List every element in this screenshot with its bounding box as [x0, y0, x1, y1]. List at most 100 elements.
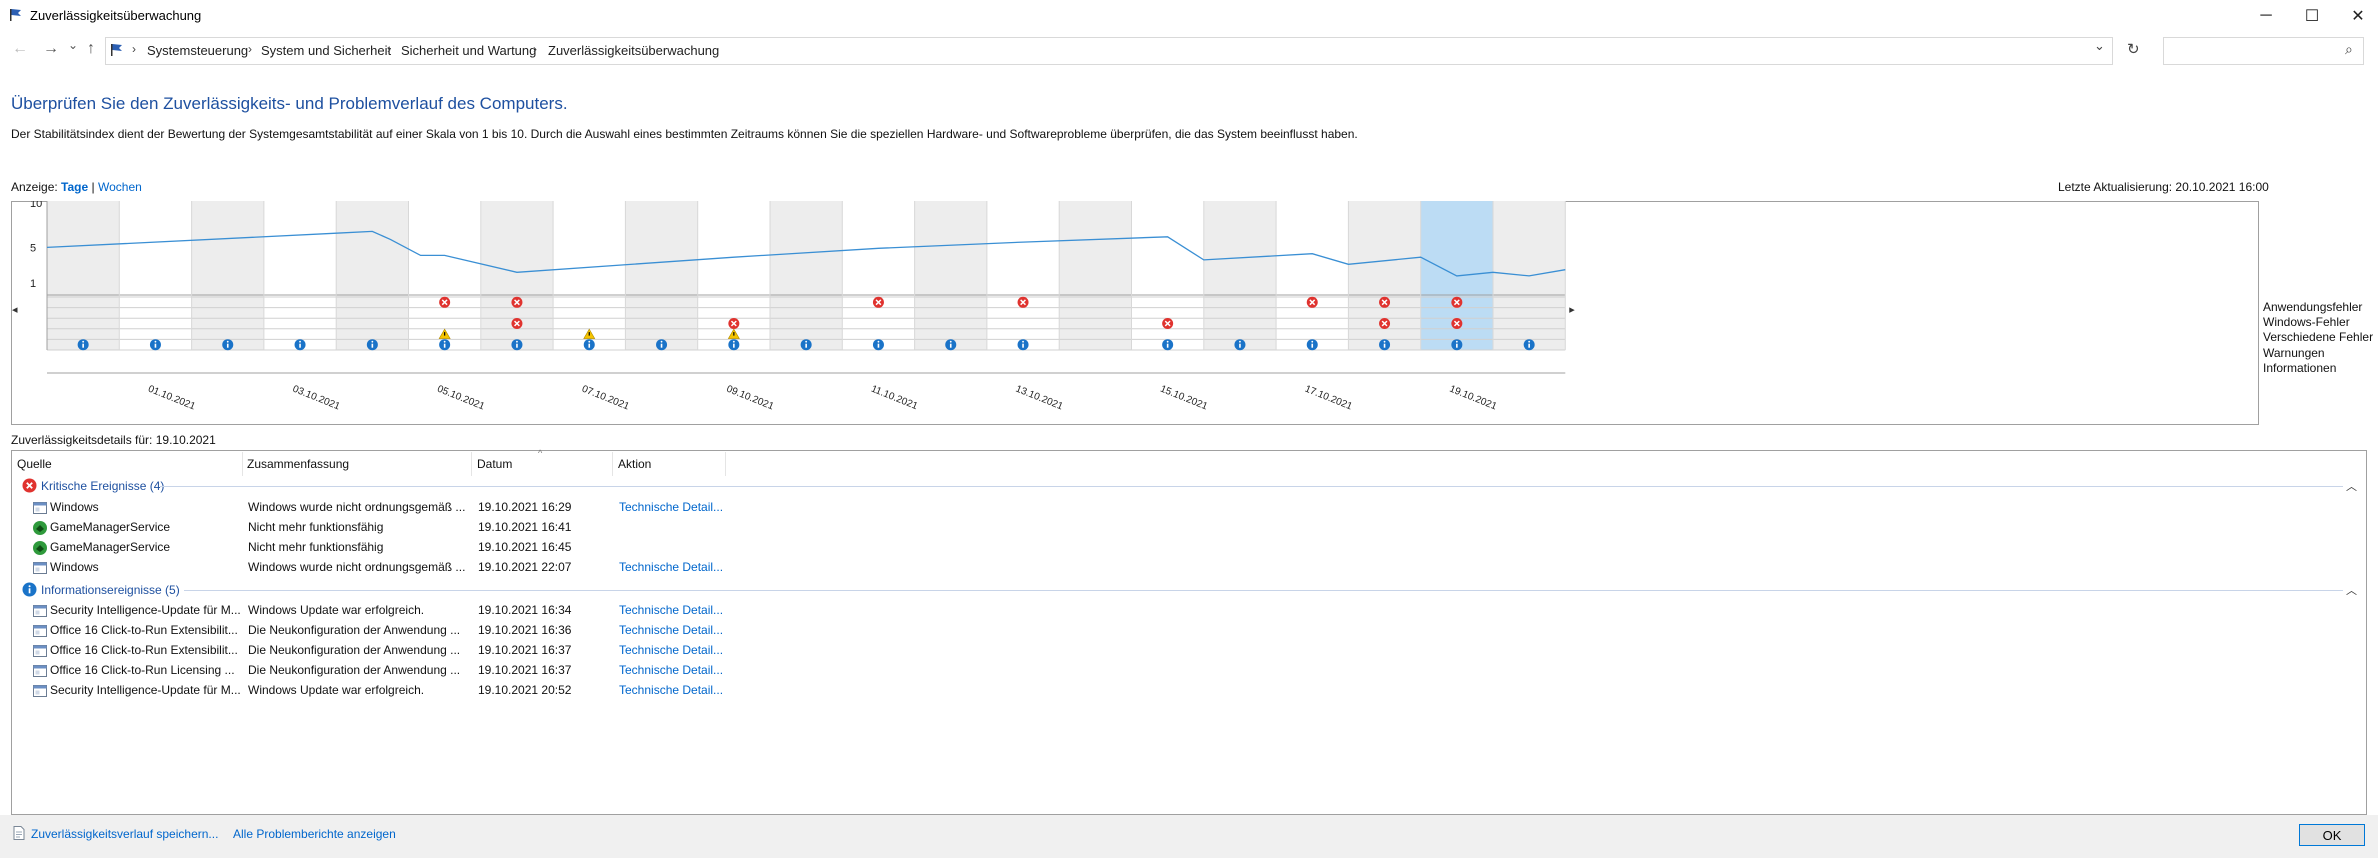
column-header-quelle[interactable]: Quelle [17, 457, 52, 471]
scroll-left-icon[interactable]: ◂ [12, 303, 18, 316]
recent-locations-button[interactable]: ⌄ [68, 38, 78, 52]
reliability-chart[interactable]: 10 5 1 ◂ ▸ 01.10.2021 03.10.2021 05.10.2021 07.1… [11, 201, 2259, 425]
info-event-mark [805, 343, 807, 348]
table-row[interactable]: Office 16 Click-to-Run Extensibilit... D… [12, 640, 2362, 660]
view-weeks-link[interactable]: Wochen [98, 180, 142, 194]
row-source: GameManagerService [50, 520, 171, 534]
view-separator: | [91, 180, 95, 194]
group-title-information: Informationsereignisse (5) [41, 582, 180, 597]
group-title-critical: Kritische Ereignisse (4) [41, 478, 165, 493]
save-history-link[interactable]: Zuverlässigkeitsverlauf speichern... [31, 827, 218, 841]
chart-legend: Anwendungsfehler Windows-Fehler Verschie… [2263, 300, 2373, 376]
day-band [408, 201, 481, 350]
info-event-dot [1022, 340, 1024, 343]
table-row[interactable]: Windows Windows wurde nicht ordnungsgemä… [12, 557, 2362, 577]
breadcrumb-separator[interactable]: › [248, 42, 252, 56]
page-heading: Überprüfen Sie den Zuverlässigkeits- und… [11, 94, 568, 113]
day-band [770, 201, 843, 350]
info-event-mark [516, 343, 518, 348]
up-button[interactable]: ↑ [87, 40, 95, 58]
info-event-mark [443, 343, 446, 348]
info-event-dot [299, 340, 301, 343]
breadcrumb-separator[interactable]: › [533, 42, 537, 56]
row-summary: Die Neukonfiguration der Anwendung ... [248, 663, 461, 677]
table-row[interactable]: GameManagerService Nicht mehr funktionsf… [12, 537, 2362, 557]
table-row[interactable]: Security Intelligence-Update für M... Wi… [12, 680, 2362, 700]
technical-details-link[interactable]: Technische Detail... [619, 683, 723, 697]
table-row[interactable]: Office 16 Click-to-Run Licensing ... Die… [12, 660, 2362, 680]
row-summary: Windows Update war erfolgreich. [248, 603, 425, 617]
day-band [47, 201, 120, 350]
forward-button[interactable]: → [43, 40, 59, 58]
info-event-mark [733, 343, 735, 348]
search-icon[interactable]: ⌕ [2345, 41, 2353, 58]
technical-details-link[interactable]: Technische Detail... [619, 560, 723, 574]
column-header-aktion[interactable]: Aktion [618, 457, 651, 471]
search-input[interactable] [2163, 37, 2364, 65]
refresh-button[interactable]: ↻ [2127, 40, 2140, 58]
group-header-information[interactable]: Informationsereignisse (5) [22, 582, 180, 597]
back-button[interactable]: ← [12, 40, 28, 58]
table-row[interactable]: Office 16 Click-to-Run Extensibilit... D… [12, 620, 2362, 640]
row-source: Office 16 Click-to-Run Extensibilit... [50, 623, 238, 637]
row-source: Windows [50, 500, 99, 514]
column-divider [612, 452, 613, 476]
maximize-button[interactable]: ☐ [2289, 0, 2335, 31]
info-event-dot [371, 340, 374, 343]
sort-indicator-icon: ^ [538, 448, 543, 458]
technical-details-link[interactable]: Technische Detail... [619, 623, 723, 637]
row-source: GameManagerService [50, 540, 171, 554]
technical-details-link[interactable]: Technische Detail... [619, 663, 723, 677]
row-summary: Nicht mehr funktionsfähig [248, 520, 384, 534]
technical-details-link[interactable]: Technische Detail... [619, 643, 723, 657]
technical-details-link[interactable]: Technische Detail... [619, 500, 723, 514]
column-divider [242, 452, 243, 476]
row-source: Security Intelligence-Update für M... [50, 683, 241, 697]
day-band [191, 201, 264, 350]
info-event-mark [1528, 343, 1530, 348]
flag-icon [111, 44, 122, 56]
info-event-dot [1455, 340, 1458, 343]
close-button[interactable]: ✕ [2335, 0, 2378, 31]
info-event-dot [1528, 340, 1531, 343]
info-event-dot [443, 340, 446, 343]
game-icon [32, 520, 48, 536]
column-header-datum[interactable]: Datum [477, 457, 512, 471]
column-divider [471, 452, 472, 476]
error-icon [22, 478, 37, 493]
info-event-dot [805, 340, 808, 343]
breadcrumb-separator[interactable]: › [387, 42, 391, 56]
technical-details-link[interactable]: Technische Detail... [619, 603, 723, 617]
collapse-icon[interactable]: ︿ [2346, 582, 2357, 598]
info-event-mark [588, 343, 591, 348]
table-row[interactable]: Security Intelligence-Update für M... Wi… [12, 600, 2362, 620]
view-days-link[interactable]: Tage [61, 180, 88, 194]
all-problem-reports-link[interactable]: Alle Problemberichte anzeigen [233, 827, 396, 841]
ok-button[interactable]: OK [2299, 824, 2365, 846]
group-header-critical[interactable]: Kritische Ereignisse (4) [22, 478, 164, 493]
info-event-dot [1383, 340, 1386, 343]
row-summary: Windows Update war erfolgreich. [248, 683, 425, 697]
breadcrumb-sicherheit-und-wartung[interactable]: Sicherheit und Wartung [401, 43, 536, 58]
column-header-zusammenfassung[interactable]: Zusammenfassung [247, 457, 349, 471]
window-icon [32, 643, 48, 659]
table-row[interactable]: Windows Windows wurde nicht ordnungsgemä… [12, 497, 2362, 517]
row-date: 19.10.2021 16:41 [478, 520, 572, 534]
breadcrumb-zuverlaessigkeitsueberwachung[interactable]: Zuverlässigkeitsüberwachung [548, 43, 719, 58]
minimize-button[interactable]: ─ [2243, 0, 2289, 31]
info-event-dot [588, 340, 591, 343]
collapse-icon[interactable]: ︿ [2346, 478, 2357, 494]
info-event-mark [877, 343, 880, 348]
scroll-right-icon[interactable]: ▸ [1569, 303, 1575, 316]
date-axis-label: 17.10.2021 [1303, 384, 1354, 413]
breadcrumb-systemsteuerung[interactable]: Systemsteuerung [147, 43, 248, 58]
row-summary: Die Neukonfiguration der Anwendung ... [248, 623, 461, 637]
table-row[interactable]: GameManagerService Nicht mehr funktionsf… [12, 517, 2362, 537]
info-event-mark [1383, 343, 1386, 348]
info-event-mark [1166, 343, 1169, 348]
info-event-dot [877, 340, 880, 343]
date-axis-label: 19.10.2021 [1448, 384, 1499, 413]
address-dropdown-button[interactable]: ⌄ [2094, 38, 2105, 54]
info-event-dot [154, 340, 157, 343]
breadcrumb-system-und-sicherheit[interactable]: System und Sicherheit [261, 43, 391, 58]
